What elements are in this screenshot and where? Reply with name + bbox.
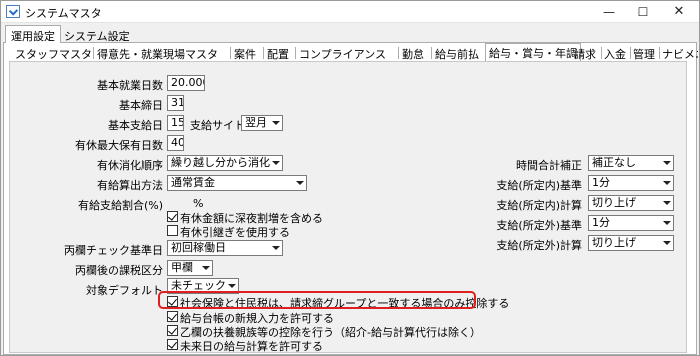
highlight-box [158, 291, 476, 309]
system-master-window: システムマスタ — ☐ ✕ 運用設定 システム設定 スタッフマスタ 得意先・就業… [0, 0, 700, 356]
payment-day-label: 基本支給日 [108, 119, 163, 132]
dependents-checkbox[interactable] [167, 325, 178, 336]
carryover-label: 有休引継ぎを使用する [180, 226, 290, 239]
pay-outside-standard-label: 支給(所定外)基準 [496, 219, 582, 232]
after-two-column-tax-select[interactable]: 甲欄 [167, 260, 213, 276]
chevron-down-icon [661, 176, 673, 190]
future-pay-label: 未来日の給与計算を許可する [180, 340, 323, 353]
standard-work-days-label: 基本就業日数 [97, 79, 163, 92]
tab-placement[interactable]: 配置 [267, 45, 289, 61]
app-icon [6, 5, 20, 18]
max-paid-leave-days-input[interactable]: 40 [167, 135, 184, 151]
tab-project[interactable]: 案件 [234, 45, 256, 61]
pay-outside-calc-select[interactable]: 切り上げ [588, 235, 674, 251]
payment-site-select[interactable]: 翌月 [241, 115, 283, 131]
tab-salary-bonus-yearend[interactable]: 給与・賞与・年調 [485, 43, 581, 61]
tab-system-settings[interactable]: システム設定 [59, 26, 135, 44]
pay-within-standard-label: 支給(所定内)基準 [496, 179, 582, 192]
minimize-button[interactable]: — [593, 1, 625, 23]
tab-customer-master[interactable]: 得意先・就業現場マスタ [97, 45, 218, 61]
tab-management[interactable]: 管理 [633, 45, 655, 61]
close-button[interactable]: ✕ [663, 1, 695, 23]
standard-work-days-input[interactable]: 20.000 [167, 75, 205, 91]
tab-operation-settings[interactable]: 運用設定 [5, 25, 61, 43]
pay-outside-calc-label: 支給(所定外)計算 [496, 239, 582, 252]
paid-leave-calc-label: 有給算出方法 [97, 179, 163, 192]
pay-within-calc-label: 支給(所定内)計算 [496, 199, 582, 212]
tab-navi-menu[interactable]: ナビメニュー [662, 45, 698, 61]
future-pay-checkbox[interactable] [167, 339, 178, 350]
new-ledger-checkbox[interactable] [167, 311, 178, 322]
tab-attendance[interactable]: 勤怠 [402, 45, 424, 61]
window-title: システムマスタ [25, 7, 102, 20]
maximize-button[interactable]: ☐ [627, 1, 659, 23]
chevron-down-icon [270, 116, 282, 130]
max-paid-leave-days-label: 有休最大保有日数 [75, 139, 163, 152]
two-column-check-base-select[interactable]: 初回稼働日 [167, 240, 283, 256]
time-total-correction-select[interactable]: 補正なし [588, 155, 674, 171]
tab-payment-received[interactable]: 入金 [604, 45, 626, 61]
tab-staff-master[interactable]: スタッフマスタ [15, 45, 92, 61]
chevron-down-icon [661, 236, 673, 250]
payment-site-label: 支給サイト [190, 119, 245, 132]
chevron-down-icon [270, 241, 282, 255]
payment-day-input[interactable]: 15 [167, 115, 184, 131]
time-total-correction-label: 時間合計補正 [516, 159, 582, 172]
two-column-check-base-label: 丙欄チェック基準日 [64, 244, 163, 257]
pay-outside-standard-select[interactable]: 1分 [588, 215, 674, 231]
paid-leave-rate-input[interactable] [167, 195, 187, 211]
chevron-down-icon [661, 156, 673, 170]
include-night-checkbox[interactable] [167, 211, 178, 222]
chevron-down-icon [294, 176, 306, 190]
pay-within-standard-select[interactable]: 1分 [588, 175, 674, 191]
title-bar: システムマスタ — ☐ ✕ [1, 1, 699, 23]
paid-leave-calc-select[interactable]: 通常賃金 [167, 175, 307, 191]
carryover-checkbox[interactable] [167, 225, 178, 236]
paid-leave-order-label: 有休消化順序 [97, 159, 163, 172]
closing-day-label: 基本締日 [119, 99, 163, 112]
paid-leave-rate-label: 有給支給割合(%) [77, 199, 163, 212]
tab-billing[interactable]: 請求 [574, 45, 596, 61]
chevron-down-icon [200, 261, 212, 275]
tab-salary-advance[interactable]: 給与前払 [435, 45, 479, 61]
paid-leave-rate-unit: % [193, 197, 204, 210]
pay-within-calc-select[interactable]: 切り上げ [588, 195, 674, 211]
chevron-down-icon [661, 216, 673, 230]
chevron-down-icon [270, 156, 282, 170]
tab-compliance[interactable]: コンプライアンス [299, 45, 386, 61]
after-two-column-tax-label: 丙欄後の課税区分 [75, 264, 163, 277]
closing-day-input[interactable]: 31 [167, 95, 184, 111]
target-default-label: 対象デフォルト [86, 284, 163, 297]
chevron-down-icon [661, 196, 673, 210]
paid-leave-order-select[interactable]: 繰り越し分から消化 [167, 155, 283, 171]
